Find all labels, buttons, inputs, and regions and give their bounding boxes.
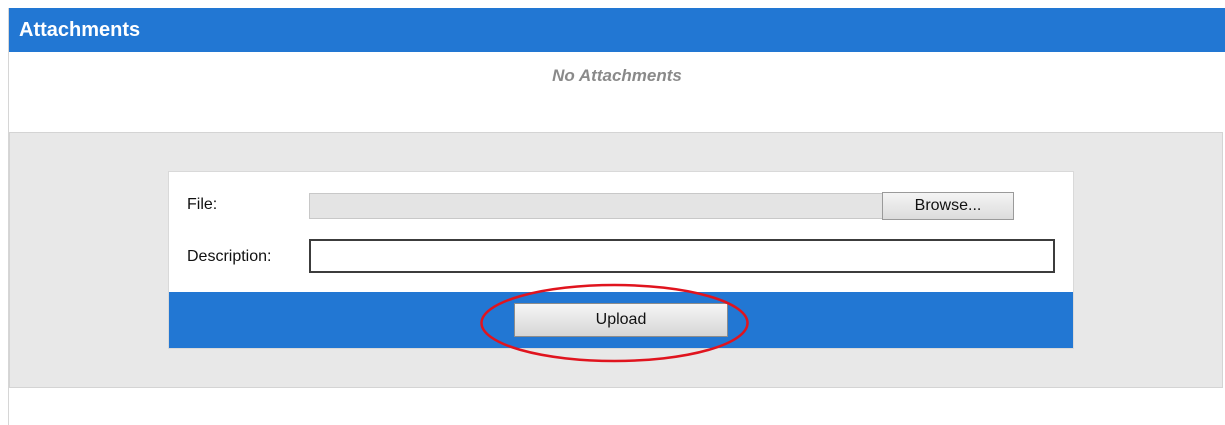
no-attachments-message: No Attachments (552, 66, 682, 85)
file-path-field[interactable] (309, 193, 883, 219)
file-label: File: (187, 196, 218, 213)
browse-button[interactable]: Browse... (882, 192, 1014, 220)
upload-area: File: Browse... Description: Upload (9, 132, 1223, 388)
description-input[interactable] (309, 239, 1055, 273)
description-label: Description: (187, 248, 272, 265)
form-footer-bar: Upload (169, 292, 1073, 348)
attachments-panel: Attachments No Attachments File: Browse.… (8, 8, 1225, 425)
upload-button[interactable]: Upload (514, 303, 728, 337)
panel-header: Attachments (9, 8, 1225, 52)
upload-form: File: Browse... Description: Upload (168, 171, 1074, 349)
